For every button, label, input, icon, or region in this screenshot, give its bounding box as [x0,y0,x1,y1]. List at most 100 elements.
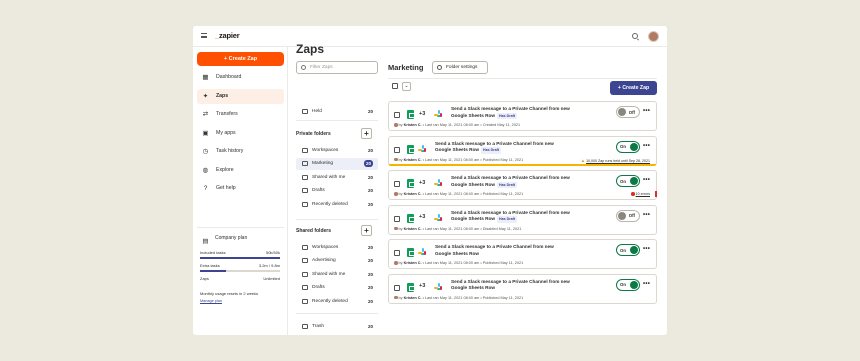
folder-row[interactable]: Drafts 20 [296,185,378,197]
plan-usage-label: Extra tasks [200,263,220,268]
zap-card[interactable]: +3 Send a Slack message to a Private Chan… [388,170,657,200]
folder-count: 20 [367,298,373,304]
draft-badge: Has Draft [497,112,518,119]
folder-count: 20 [367,271,373,277]
user-avatar[interactable] [648,31,659,42]
folder-settings-button[interactable]: Folder settings [432,61,488,74]
zap-title-text: Send a Slack message to a Private Channe… [435,244,554,256]
sidebar-item-explore[interactable]: ◍ Explore [197,163,284,178]
zap-status[interactable]: 10 errors [631,192,650,196]
google-sheets-icon [407,179,415,188]
zap-checkbox[interactable] [394,250,400,256]
sidebar-item-transfers[interactable]: ⇄ Transfers [197,107,284,122]
sidebar-item-dashboard[interactable]: ▦ Dashboard [197,70,284,85]
zap-icon: ✦ [202,92,209,100]
zapier-logo[interactable]: _zapier [215,31,240,40]
sidebar-item-label: Transfers [216,111,238,117]
zap-toggle[interactable]: On [616,244,640,256]
sidebar-item-label: Dashboard [216,74,242,80]
folder-row[interactable]: Shared with me 20 [296,171,378,183]
zap-toggle[interactable]: Off [616,106,640,118]
folder-row[interactable]: Workspaces 20 [296,144,378,156]
zap-card[interactable]: +3 Send a Slack message to a Private Chan… [388,204,657,235]
zap-title[interactable]: Send a Slack message to a Private Channe… [451,175,571,188]
zap-title[interactable]: Send a Slack message to a Private Channe… [451,210,571,223]
zap-checkbox[interactable] [394,146,400,153]
folder-label: Trash [312,323,325,329]
more-options-icon[interactable]: ••• [643,246,650,252]
more-options-icon[interactable]: ••• [643,281,650,287]
zap-checkbox[interactable] [394,215,400,222]
folder-row[interactable]: Marketing 20 [296,157,378,170]
zap-meta: by Kristen C. • Last ran May 11, 2021 08… [394,192,523,196]
create-zap-button[interactable]: + Create Zap [610,81,657,95]
explore-icon: ◍ [202,166,209,174]
folder-row[interactable]: Workspaces 20 [296,241,378,253]
folder-row[interactable]: Recently deleted 20 [296,295,378,307]
folder-row[interactable]: Recently deleted 20 [296,198,378,210]
zap-checkbox[interactable] [394,181,400,187]
folder-row[interactable]: Shared with me 20 [296,268,378,280]
zap-card[interactable]: Send a Slack message to a Private Channe… [388,239,657,269]
zap-owner: Kristen C. [403,157,422,162]
more-options-icon[interactable]: ••• [643,177,650,183]
bulk-actions-dropdown[interactable]: ⌄ [402,82,411,91]
toggle-knob [618,211,626,220]
folder-label: Advertising [312,258,336,263]
folder-count: 20 [367,188,373,193]
more-options-icon[interactable]: ••• [643,108,650,114]
folder-row[interactable]: Trash 20 [296,320,378,332]
zap-title[interactable]: Send a Slack message to a Private Channe… [435,141,555,154]
more-options-icon[interactable]: ••• [643,212,650,218]
shared-folder-icon [302,258,308,263]
create-zap-sidebar-button[interactable]: + Create Zap [197,52,284,66]
zap-status[interactable]: ▲10,000 Zap runs held until Sep 28, 2021 [581,158,650,163]
zap-title[interactable]: Send a Slack message to a Private Channe… [435,244,555,257]
add-private-folder-button[interactable]: + [361,128,372,139]
plan-usage-value: Unlimited [263,276,280,281]
shared-folder-icon [302,298,308,304]
more-apps-count: +3 [419,283,426,289]
plan-usage-value: 3.2m / 9.8m [258,263,280,268]
sidebar-item-my-apps[interactable]: ▣ My apps [197,126,284,141]
toggle-label: Off [628,109,635,115]
zap-toggle[interactable]: Off [616,209,640,222]
sidebar-item-zaps[interactable]: ✦ Zaps [197,88,284,104]
zap-card[interactable]: +3 Send a Slack message to a Private Chan… [388,273,657,304]
folder-count: 20 [367,174,373,180]
owner-avatar [394,123,398,127]
folder-icon [302,147,308,153]
add-shared-folder-button[interactable]: + [361,225,372,236]
select-all-checkbox[interactable] [392,83,398,89]
help-icon: ? [203,185,208,192]
filter-input[interactable]: Filter Zaps [296,61,378,74]
slack-icon [434,110,443,118]
sidebar-item-task-history[interactable]: ◷ Task history [197,144,284,159]
folder-row[interactable]: Held 20 [296,105,378,117]
sidebar-item-get-help[interactable]: ? Get help [197,181,284,196]
zap-status-link[interactable]: 10,000 Zap runs held until Sep 28, 2021 [586,159,650,163]
zap-toggle[interactable]: On [616,175,640,187]
more-options-icon[interactable]: ••• [643,143,650,149]
search-icon[interactable] [632,33,638,39]
company-icon: ▤ [202,238,209,245]
manage-plan-link[interactable]: Manage plan [200,299,222,303]
zap-title[interactable]: Send a Slack message to a Private Channe… [451,106,571,119]
zap-checkbox[interactable] [394,112,400,118]
zap-toggle[interactable]: On [616,278,640,291]
filter-placeholder: Filter Zaps [310,65,333,70]
apps-icon: ▣ [202,129,209,137]
zap-owner: Kristen C. [403,192,422,196]
folder-row[interactable]: Advertising 20 [296,255,378,267]
zap-toggle[interactable]: On [616,140,640,153]
google-sheets-icon [407,248,415,257]
zap-checkbox[interactable] [394,284,400,291]
zap-title[interactable]: Send a Slack message to a Private Channe… [451,279,571,292]
zap-status-link[interactable]: 10 errors [636,192,650,196]
zap-card[interactable]: Send a Slack message to a Private Channe… [388,135,657,166]
folder-label: Workspaces [312,244,339,250]
zap-card[interactable]: +3 Send a Slack message to a Private Chan… [388,101,657,131]
menu-icon[interactable] [201,33,207,38]
folder-row[interactable]: Drafts 20 [296,282,378,294]
plan-usage-label: Zaps [200,276,209,281]
